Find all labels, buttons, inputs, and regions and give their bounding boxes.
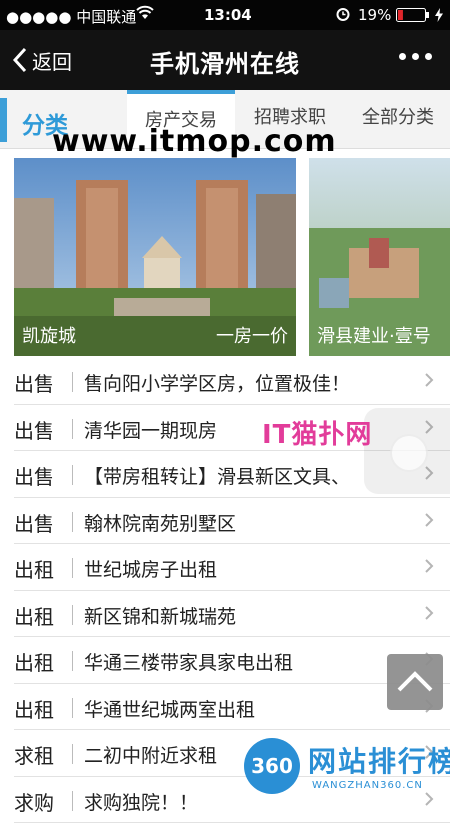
divider bbox=[72, 512, 73, 532]
listing-title: 世纪城房子出租 bbox=[84, 555, 424, 582]
listing-type: 求租 bbox=[14, 740, 54, 769]
battery-icon bbox=[396, 8, 430, 26]
list-item[interactable]: 出售 翰林院南苑别墅区 bbox=[14, 498, 450, 545]
watermark-360-badge: 360 网站排行榜 WANGZHAN360.CN bbox=[236, 736, 450, 800]
watermark-url: www.itmop.com bbox=[52, 124, 337, 159]
assistive-touch-button[interactable] bbox=[364, 408, 450, 494]
divider bbox=[72, 372, 73, 392]
list-item[interactable]: 出租 华通三楼带家具家电出租 bbox=[14, 637, 450, 684]
back-label: 返回 bbox=[32, 46, 72, 75]
badge-circle: 360 bbox=[244, 738, 300, 794]
chevron-right-icon bbox=[424, 512, 434, 528]
listing-title: 新区锦和新城瑞苑 bbox=[84, 602, 424, 629]
clock: 13:04 bbox=[204, 6, 252, 24]
listing-title: 售向阳小学学区房，位置极佳！ bbox=[84, 369, 424, 396]
more-menu-icon[interactable] bbox=[399, 53, 432, 60]
badge-main-text: 网站排行榜 bbox=[308, 740, 450, 780]
listing-type: 出租 bbox=[14, 554, 54, 583]
battery-percent: 19% bbox=[358, 6, 391, 24]
nav-bar: 返回 手机滑州在线 bbox=[0, 30, 450, 90]
back-button[interactable]: 返回 bbox=[12, 44, 72, 76]
listing-type: 出售 bbox=[14, 415, 54, 444]
listing-title: 华通三楼带家具家电出租 bbox=[84, 648, 424, 675]
listing-type: 出售 bbox=[14, 368, 54, 397]
card-caption: 凯旋城 一房一价 bbox=[14, 316, 296, 356]
divider bbox=[72, 605, 73, 625]
card-caption: 滑县建业·壹号 bbox=[309, 316, 450, 356]
listing-type: 求购 bbox=[14, 787, 54, 816]
featured-card-huaxian-jianye[interactable]: 滑县建业·壹号 bbox=[309, 158, 450, 356]
divider bbox=[72, 419, 73, 439]
chevron-right-icon bbox=[424, 558, 434, 574]
alarm-icon bbox=[336, 7, 350, 25]
chevron-right-icon bbox=[424, 372, 434, 388]
tab-all-categories[interactable]: 全部分类 bbox=[346, 90, 450, 148]
list-item[interactable]: 出租 世纪城房子出租 bbox=[14, 544, 450, 591]
divider bbox=[72, 465, 73, 485]
listing-type: 出售 bbox=[14, 508, 54, 537]
divider bbox=[72, 791, 73, 811]
divider bbox=[72, 558, 73, 578]
divider bbox=[72, 698, 73, 718]
listing-type: 出租 bbox=[14, 647, 54, 676]
divider bbox=[72, 651, 73, 671]
wifi-icon bbox=[136, 5, 154, 25]
featured-card-kaixuancheng[interactable]: 凯旋城 一房一价 bbox=[14, 158, 296, 356]
card-title: 滑县建业·壹号 bbox=[317, 322, 431, 348]
back-to-top-button[interactable] bbox=[387, 654, 443, 710]
listing-type: 出租 bbox=[14, 694, 54, 723]
listing-title: 翰林院南苑别墅区 bbox=[84, 509, 424, 536]
chevron-right-icon bbox=[424, 605, 434, 621]
card-tag: 一房一价 bbox=[216, 322, 288, 348]
list-item[interactable]: 出租 新区锦和新城瑞苑 bbox=[14, 591, 450, 638]
listing-type: 出租 bbox=[14, 601, 54, 630]
listing-type: 出售 bbox=[14, 461, 54, 490]
status-bar: ●●●●● 中国联通 13:04 19% bbox=[0, 0, 450, 30]
watermark-itmop: IT猫扑网 bbox=[262, 414, 372, 451]
list-item[interactable]: 出售 售向阳小学学区房，位置极佳！ bbox=[14, 358, 450, 405]
list-item[interactable]: 出租 华通世纪城两室出租 bbox=[14, 684, 450, 731]
divider bbox=[72, 744, 73, 764]
card-title: 凯旋城 bbox=[22, 322, 76, 348]
listing-title: 华通世纪城两室出租 bbox=[84, 695, 424, 722]
charging-icon bbox=[434, 8, 444, 26]
carrier-label: ●●●●● 中国联通 bbox=[6, 6, 136, 27]
chevron-up-icon bbox=[387, 654, 443, 710]
chevron-left-icon bbox=[12, 47, 28, 73]
badge-sub-text: WANGZHAN360.CN bbox=[312, 780, 423, 791]
